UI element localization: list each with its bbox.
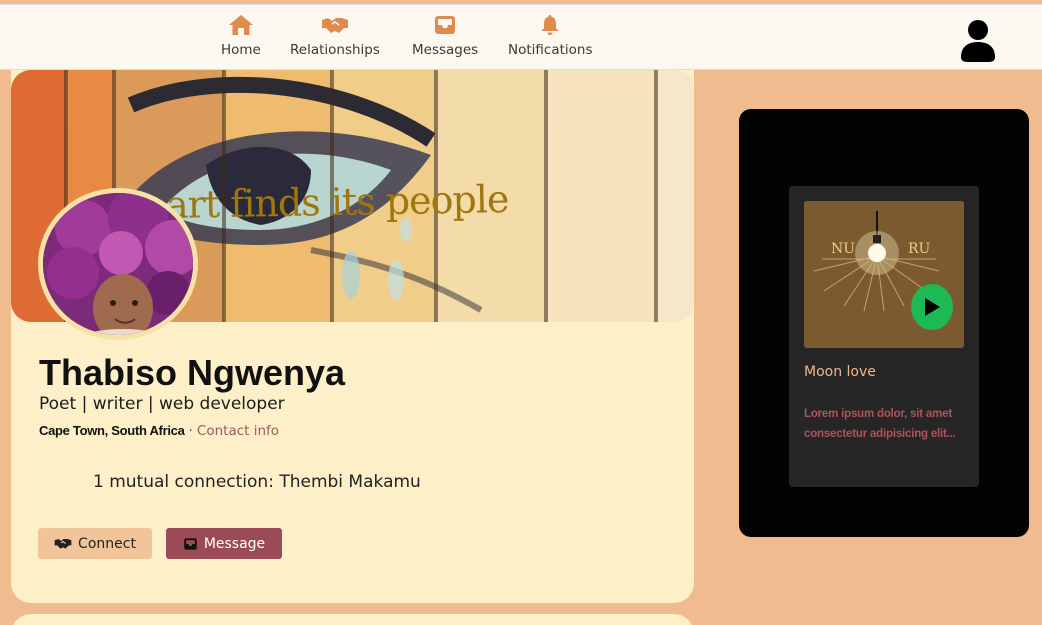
play-icon [925, 298, 940, 316]
nav-item-home[interactable]: Home [221, 13, 261, 58]
nav-label-messages: Messages [412, 42, 479, 58]
banner-slogan: art finds its people [165, 177, 509, 227]
nav-item-messages[interactable]: Messages [412, 13, 478, 58]
contact-info-link[interactable]: Contact info [197, 423, 279, 439]
music-card: NU RU Moon love Lorem ipsum dolor, sit a… [789, 186, 979, 487]
inbox-icon [433, 13, 457, 37]
home-icon [228, 13, 254, 37]
connect-button[interactable]: Connect [38, 528, 152, 559]
profile-name: Thabiso Ngwenya [39, 352, 346, 393]
message-button[interactable]: Message [166, 528, 282, 559]
profile-photo [38, 188, 198, 340]
music-panel: NU RU Moon love Lorem ipsum dolor, sit a… [739, 109, 1029, 537]
nav-item-notifications[interactable]: Notifications [508, 13, 593, 58]
mutual-connections: 1 mutual connection: Thembi Makamu [93, 472, 421, 492]
message-label: Message [203, 535, 266, 552]
nav-label-relationships: Relationships [290, 42, 380, 58]
nav-label-notifications: Notifications [508, 42, 593, 58]
profile-headline: Poet | writer | web developer [39, 394, 285, 414]
nav-item-relationships[interactable]: Relationships [290, 13, 380, 58]
location-row: Cape Town, South Africa · Contact info [39, 423, 279, 439]
track-title: Moon love [804, 364, 876, 380]
account-menu-button[interactable] [958, 19, 998, 63]
user-icon [961, 20, 995, 62]
track-description: Lorem ipsum dolor, sit amet consectetur … [804, 408, 956, 440]
inbox-icon [184, 537, 197, 550]
album-cover: NU RU [804, 201, 964, 348]
play-button[interactable] [911, 284, 953, 330]
bell-icon [539, 13, 561, 37]
top-navigation-bar: Home Relationships Messages Notification… [0, 4, 1042, 70]
connect-label: Connect [78, 535, 136, 552]
next-section-card [11, 614, 694, 625]
nav-label-home: Home [221, 42, 261, 58]
separator-dot: · [184, 424, 197, 439]
handshake-icon [321, 13, 349, 37]
handshake-icon [54, 539, 72, 549]
album-text-right: RU [908, 241, 931, 257]
profile-location: Cape Town, South Africa [39, 423, 185, 438]
album-text-left: NU [831, 241, 856, 257]
profile-card: art finds its people Thabiso Ngwenya Poe… [11, 70, 694, 603]
